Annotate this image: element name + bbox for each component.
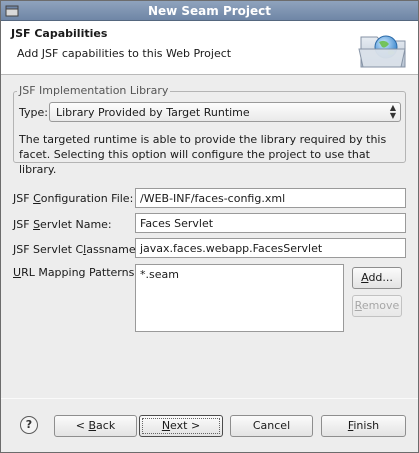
page-description: Add JSF capabilities to this Web Project <box>17 47 232 60</box>
url-patterns-label: URL Mapping Patterns: <box>13 266 139 279</box>
window-title: New Seam Project <box>147 4 272 18</box>
title-bar[interactable]: New Seam Project <box>1 1 418 21</box>
help-icon[interactable]: ? <box>20 416 38 434</box>
finish-button[interactable]: Finish <box>321 415 406 437</box>
page-title: JSF Capabilities <box>11 27 108 40</box>
servlet-name-input[interactable]: Faces Servlet <box>135 213 406 233</box>
library-type-select[interactable]: Library Provided by Target Runtime ▲ ▼ <box>49 102 401 122</box>
footer-separator <box>1 398 418 399</box>
servlet-name-value: Faces Servlet <box>140 217 214 230</box>
folder-globe-icon <box>358 35 406 68</box>
servlet-classname-value: javax.faces.webapp.FacesServlet <box>140 242 323 255</box>
servlet-classname-label: JSF Servlet Classname: <box>13 243 140 256</box>
add-pattern-button[interactable]: Add... <box>352 267 402 289</box>
back-button[interactable]: < Back <box>54 415 137 437</box>
implementation-description: The targeted runtime is able to provide … <box>19 133 387 176</box>
library-type-value: Library Provided by Target Runtime <box>56 106 250 119</box>
remove-pattern-button[interactable]: Remove <box>352 295 402 317</box>
cancel-button[interactable]: Cancel <box>230 415 313 437</box>
chevron-updown-icon: ▲ ▼ <box>389 103 396 120</box>
implementation-legend: JSF Implementation Library <box>17 84 171 97</box>
wizard-header: JSF Capabilities Add JSF capabilities to… <box>1 21 418 75</box>
config-file-value: /WEB-INF/faces-config.xml <box>140 192 286 205</box>
config-file-label: JSF Configuration File: <box>13 192 134 205</box>
url-patterns-list[interactable]: *.seam <box>135 264 344 332</box>
servlet-name-label: JSF Servlet Name: <box>13 218 112 231</box>
config-file-input[interactable]: /WEB-INF/faces-config.xml <box>135 188 406 208</box>
servlet-classname-input[interactable]: javax.faces.webapp.FacesServlet <box>135 238 406 258</box>
type-label: Type: <box>19 106 48 119</box>
dialog-window: New Seam Project JSF Capabilities Add JS… <box>0 0 419 453</box>
next-button[interactable]: Next > <box>139 415 223 437</box>
list-item[interactable]: *.seam <box>140 268 179 281</box>
